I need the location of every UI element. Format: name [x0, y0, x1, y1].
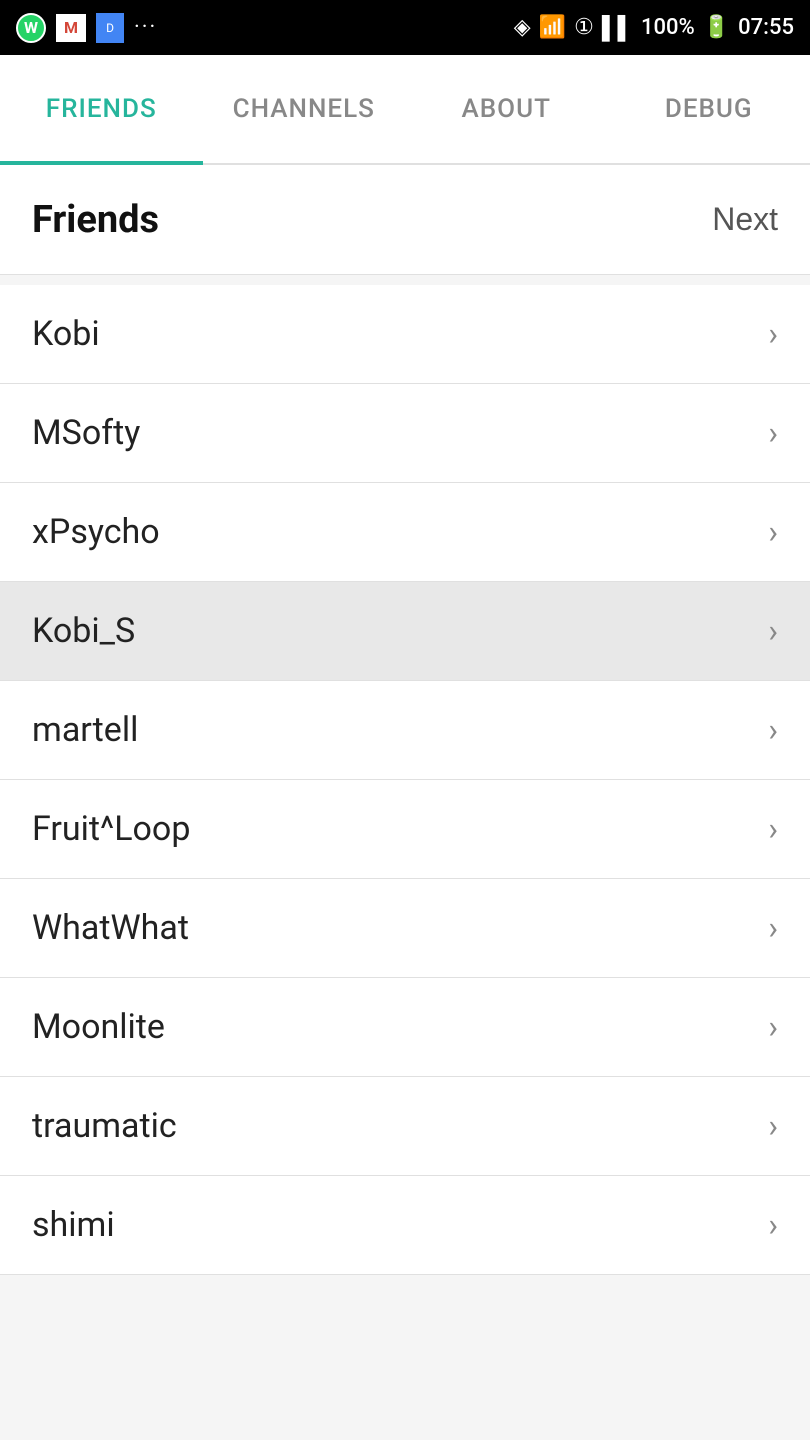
- status-bar-right: ◈ 📶 ① ▌▌ 100% 🔋 07:55: [514, 15, 794, 41]
- page-header: Friends Next: [0, 165, 810, 275]
- list-item[interactable]: xPsycho ›: [0, 483, 810, 582]
- chevron-right-icon: ›: [768, 513, 778, 551]
- battery-label: 100%: [641, 15, 695, 40]
- chevron-right-icon: ›: [768, 1206, 778, 1244]
- list-item[interactable]: Fruit^Loop ›: [0, 780, 810, 879]
- time-label: 07:55: [738, 15, 794, 40]
- chevron-right-icon: ›: [768, 810, 778, 848]
- tab-channels[interactable]: CHANNELS: [203, 55, 406, 163]
- tab-about[interactable]: ABOUT: [405, 55, 608, 163]
- list-item-highlighted[interactable]: Kobi_S ›: [0, 582, 810, 681]
- wifi-icon: 📶: [539, 15, 566, 40]
- location-icon: ◈: [514, 15, 531, 40]
- chevron-right-icon: ›: [768, 909, 778, 947]
- status-bar-left: W M D ···: [16, 13, 157, 43]
- chevron-right-icon: ›: [768, 612, 778, 650]
- gmail-icon: M: [56, 14, 86, 42]
- tab-bar: FRIENDS CHANNELS ABOUT DEBUG: [0, 55, 810, 165]
- list-item[interactable]: MSofty ›: [0, 384, 810, 483]
- tab-debug[interactable]: DEBUG: [608, 55, 810, 163]
- whatsapp-icon: W: [16, 13, 46, 43]
- chevron-right-icon: ›: [768, 315, 778, 353]
- tab-friends[interactable]: FRIENDS: [0, 55, 203, 163]
- list-item[interactable]: Moonlite ›: [0, 978, 810, 1077]
- chevron-right-icon: ›: [768, 711, 778, 749]
- list-item[interactable]: martell ›: [0, 681, 810, 780]
- list-item[interactable]: WhatWhat ›: [0, 879, 810, 978]
- chevron-right-icon: ›: [768, 1008, 778, 1046]
- chevron-right-icon: ›: [768, 1107, 778, 1145]
- next-button[interactable]: Next: [712, 201, 778, 238]
- more-icon: ···: [134, 15, 157, 40]
- list-item[interactable]: shimi ›: [0, 1176, 810, 1275]
- signal-icon: ▌▌: [602, 15, 633, 41]
- page-title: Friends: [32, 198, 159, 242]
- status-bar: W M D ··· ◈ 📶 ① ▌▌ 100% 🔋 07:55: [0, 0, 810, 55]
- sim-icon: ①: [574, 15, 594, 40]
- chevron-right-icon: ›: [768, 414, 778, 452]
- list-item[interactable]: Kobi ›: [0, 285, 810, 384]
- friends-list: Kobi › MSofty › xPsycho › Kobi_S › marte…: [0, 285, 810, 1275]
- doc-icon: D: [96, 13, 124, 43]
- battery-icon: 🔋: [703, 15, 730, 40]
- list-item[interactable]: traumatic ›: [0, 1077, 810, 1176]
